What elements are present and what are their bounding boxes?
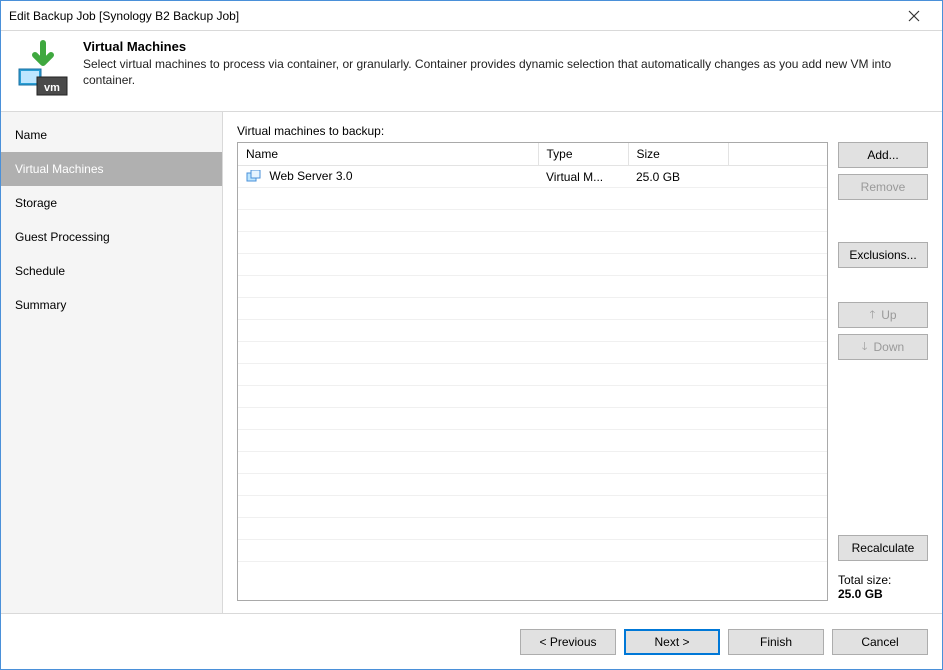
down-label: Down xyxy=(874,340,905,354)
main-panel: Virtual machines to backup: Name Type Si… xyxy=(223,112,942,613)
sidebar-item-summary[interactable]: Summary xyxy=(1,288,222,322)
table-row xyxy=(238,518,827,540)
vm-icon xyxy=(246,170,262,184)
table-row[interactable]: Web Server 3.0 Virtual M... 25.0 GB xyxy=(238,166,827,188)
wizard-icon: vm xyxy=(13,39,73,99)
finish-button[interactable]: Finish xyxy=(728,629,824,655)
recalculate-button[interactable]: Recalculate xyxy=(838,535,928,561)
table-row xyxy=(238,386,827,408)
total-size-value: 25.0 GB xyxy=(838,587,928,601)
table-row xyxy=(238,540,827,562)
header: vm Virtual Machines Select virtual machi… xyxy=(1,31,942,111)
arrow-up-icon: 🡑 xyxy=(869,306,875,325)
exclusions-button[interactable]: Exclusions... xyxy=(838,242,928,268)
table-row xyxy=(238,430,827,452)
move-up-button[interactable]: 🡑 Up xyxy=(838,302,928,328)
up-label: Up xyxy=(881,308,896,322)
table-row xyxy=(238,254,827,276)
sidebar-item-name[interactable]: Name xyxy=(1,118,222,152)
header-title: Virtual Machines xyxy=(83,39,930,54)
list-label: Virtual machines to backup: xyxy=(237,124,928,138)
table-row xyxy=(238,408,827,430)
next-button[interactable]: Next > xyxy=(624,629,720,655)
table-row xyxy=(238,496,827,518)
arrow-down-icon: 🡓 xyxy=(862,338,868,357)
row-type: Virtual M... xyxy=(538,166,628,188)
total-size-label: Total size: xyxy=(838,573,928,587)
table-row xyxy=(238,452,827,474)
cancel-button[interactable]: Cancel xyxy=(832,629,928,655)
close-button[interactable] xyxy=(894,2,934,30)
table-row xyxy=(238,298,827,320)
table-row xyxy=(238,342,827,364)
col-header-name[interactable]: Name xyxy=(238,143,538,166)
total-size-block: Total size: 25.0 GB xyxy=(838,573,928,601)
window-title: Edit Backup Job [Synology B2 Backup Job] xyxy=(9,9,894,23)
svg-text:vm: vm xyxy=(44,82,60,94)
sidebar-item-storage[interactable]: Storage xyxy=(1,186,222,220)
table-row xyxy=(238,364,827,386)
remove-button[interactable]: Remove xyxy=(838,174,928,200)
table-header-row: Name Type Size xyxy=(238,143,827,166)
table-row xyxy=(238,276,827,298)
close-icon xyxy=(908,10,920,22)
vm-table: Name Type Size xyxy=(238,143,827,562)
header-description: Select virtual machines to process via c… xyxy=(83,56,930,88)
table-row xyxy=(238,188,827,210)
footer: < Previous Next > Finish Cancel xyxy=(1,613,942,669)
table-row xyxy=(238,474,827,496)
wizard-sidebar: Name Virtual Machines Storage Guest Proc… xyxy=(1,112,223,613)
header-text: Virtual Machines Select virtual machines… xyxy=(83,39,930,99)
sidebar-item-schedule[interactable]: Schedule xyxy=(1,254,222,288)
dialog-window: Edit Backup Job [Synology B2 Backup Job]… xyxy=(0,0,943,670)
side-buttons: Add... Remove Exclusions... 🡑 Up 🡓 Down … xyxy=(838,142,928,601)
table-row xyxy=(238,320,827,342)
row-size: 25.0 GB xyxy=(628,166,728,188)
col-header-size[interactable]: Size xyxy=(628,143,728,166)
col-header-type[interactable]: Type xyxy=(538,143,628,166)
row-name: Web Server 3.0 xyxy=(269,169,352,183)
col-header-extra xyxy=(728,143,827,166)
previous-button[interactable]: < Previous xyxy=(520,629,616,655)
move-down-button[interactable]: 🡓 Down xyxy=(838,334,928,360)
main-row: Name Type Size xyxy=(237,142,928,601)
sidebar-item-virtual-machines[interactable]: Virtual Machines xyxy=(1,152,222,186)
titlebar: Edit Backup Job [Synology B2 Backup Job] xyxy=(1,1,942,31)
body: Name Virtual Machines Storage Guest Proc… xyxy=(1,111,942,613)
table-row xyxy=(238,232,827,254)
add-button[interactable]: Add... xyxy=(838,142,928,168)
table-row xyxy=(238,210,827,232)
vm-list[interactable]: Name Type Size xyxy=(237,142,828,601)
sidebar-item-guest-processing[interactable]: Guest Processing xyxy=(1,220,222,254)
